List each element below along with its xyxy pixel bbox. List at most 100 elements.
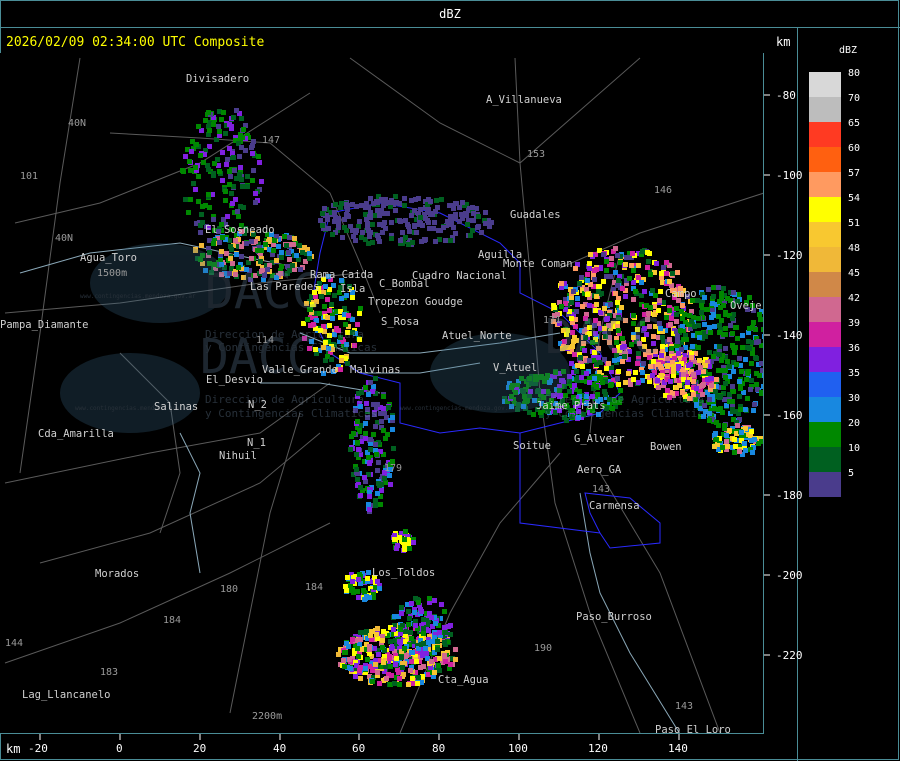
x-axis: -20 0 20 40 60 80 100 120 140 bbox=[0, 734, 764, 761]
x-tick-label: 60 bbox=[352, 742, 366, 755]
echo-cell bbox=[373, 662, 378, 667]
echo-cell bbox=[389, 236, 394, 241]
echo-cell bbox=[592, 376, 597, 381]
echo-cell bbox=[362, 630, 367, 635]
echo-cell bbox=[350, 228, 355, 233]
echo-cell bbox=[228, 174, 233, 179]
echo-cell bbox=[575, 296, 580, 301]
route-number: 171 bbox=[543, 315, 561, 326]
echo-cell bbox=[392, 681, 397, 686]
echo-cell bbox=[596, 289, 601, 294]
legend-swatch-30 bbox=[809, 397, 841, 422]
echo-cell bbox=[730, 343, 735, 348]
echo-cell bbox=[382, 476, 387, 481]
radar-map[interactable]: DACC DACC DACC Direccion de Agricultura … bbox=[0, 53, 764, 734]
echo-cell bbox=[711, 285, 716, 290]
echo-cell bbox=[752, 402, 757, 407]
echo-cell bbox=[333, 202, 338, 207]
echo-cell bbox=[287, 235, 292, 240]
echo-cell bbox=[631, 377, 636, 382]
echo-cell bbox=[616, 382, 621, 387]
place-label: Agua_Toro bbox=[80, 252, 137, 264]
echo-cell bbox=[572, 383, 577, 388]
echo-cell bbox=[453, 657, 458, 662]
echo-cell bbox=[402, 196, 407, 201]
echo-cell bbox=[711, 294, 716, 299]
legend-label: 20 bbox=[848, 418, 861, 429]
echo-cell bbox=[410, 650, 415, 655]
echo-cell bbox=[239, 177, 244, 182]
echo-cell bbox=[365, 657, 370, 662]
echo-cell bbox=[225, 157, 230, 162]
echo-cell bbox=[231, 155, 236, 160]
x-tick-label: 120 bbox=[588, 742, 608, 755]
echo-cell bbox=[433, 239, 438, 244]
echo-cell bbox=[206, 167, 211, 172]
echo-cell bbox=[368, 633, 373, 638]
echo-cell bbox=[376, 652, 381, 657]
echo-cell bbox=[745, 345, 750, 350]
echo-cell bbox=[375, 208, 380, 213]
echo-cell bbox=[307, 251, 312, 256]
echo-cell bbox=[358, 493, 363, 498]
legend-swatch-36 bbox=[809, 347, 841, 372]
echo-cell bbox=[749, 378, 754, 383]
echo-cell bbox=[237, 154, 242, 159]
echo-cell bbox=[739, 430, 744, 435]
echo-cell bbox=[193, 187, 198, 192]
echo-cell bbox=[274, 258, 279, 263]
echo-cell bbox=[322, 206, 327, 211]
echo-cell bbox=[249, 256, 254, 261]
echo-cell bbox=[426, 197, 431, 202]
echo-cell bbox=[322, 304, 327, 309]
route-number: 190 bbox=[534, 643, 552, 654]
echo-cell bbox=[646, 259, 651, 264]
echo-cell bbox=[443, 630, 448, 635]
echo-cell bbox=[661, 265, 666, 270]
legend-label: 54 bbox=[848, 193, 861, 204]
echo-cell bbox=[457, 219, 462, 224]
echo-cell bbox=[350, 579, 355, 584]
echo-cell bbox=[740, 333, 745, 338]
echo-cell bbox=[669, 316, 674, 321]
echo-cell bbox=[198, 223, 203, 228]
place-label: Nihuil bbox=[219, 450, 257, 462]
echo-cell bbox=[196, 199, 201, 204]
echo-cell bbox=[418, 665, 423, 670]
echo-cell bbox=[220, 178, 225, 183]
echo-cell bbox=[399, 605, 404, 610]
echo-cell bbox=[723, 332, 728, 337]
echo-cell bbox=[381, 629, 386, 634]
echo-cell bbox=[664, 315, 669, 320]
echo-cell bbox=[719, 368, 724, 373]
echo-cell bbox=[633, 289, 638, 294]
echo-cell bbox=[363, 431, 368, 436]
echo-cell bbox=[375, 491, 380, 496]
echo-cell bbox=[368, 380, 373, 385]
echo-cell bbox=[206, 192, 211, 197]
echo-cell bbox=[743, 448, 748, 453]
echo-cell bbox=[645, 250, 650, 255]
x-tick-label: -20 bbox=[28, 742, 48, 755]
echo-cell bbox=[719, 291, 724, 296]
place-label: Malvinas bbox=[350, 364, 401, 376]
echo-cell bbox=[697, 358, 702, 363]
place-label: A_Villanueva bbox=[486, 94, 562, 106]
echo-cell bbox=[453, 647, 458, 652]
echo-cell bbox=[251, 139, 256, 144]
echo-cell bbox=[339, 358, 344, 363]
echo-cell bbox=[350, 295, 355, 300]
echo-cell bbox=[354, 204, 359, 209]
echo-cell bbox=[424, 651, 429, 656]
route-number: 153 bbox=[527, 149, 545, 160]
echo-cell bbox=[416, 600, 421, 605]
echo-cell bbox=[439, 197, 444, 202]
echo-cell bbox=[468, 233, 473, 238]
echo-cell bbox=[427, 596, 432, 601]
legend-label: 70 bbox=[848, 93, 861, 104]
echo-cell bbox=[366, 205, 371, 210]
echo-cell bbox=[346, 313, 351, 318]
echo-cell bbox=[413, 623, 418, 628]
echo-cell bbox=[398, 238, 403, 243]
echo-cell bbox=[259, 179, 264, 184]
